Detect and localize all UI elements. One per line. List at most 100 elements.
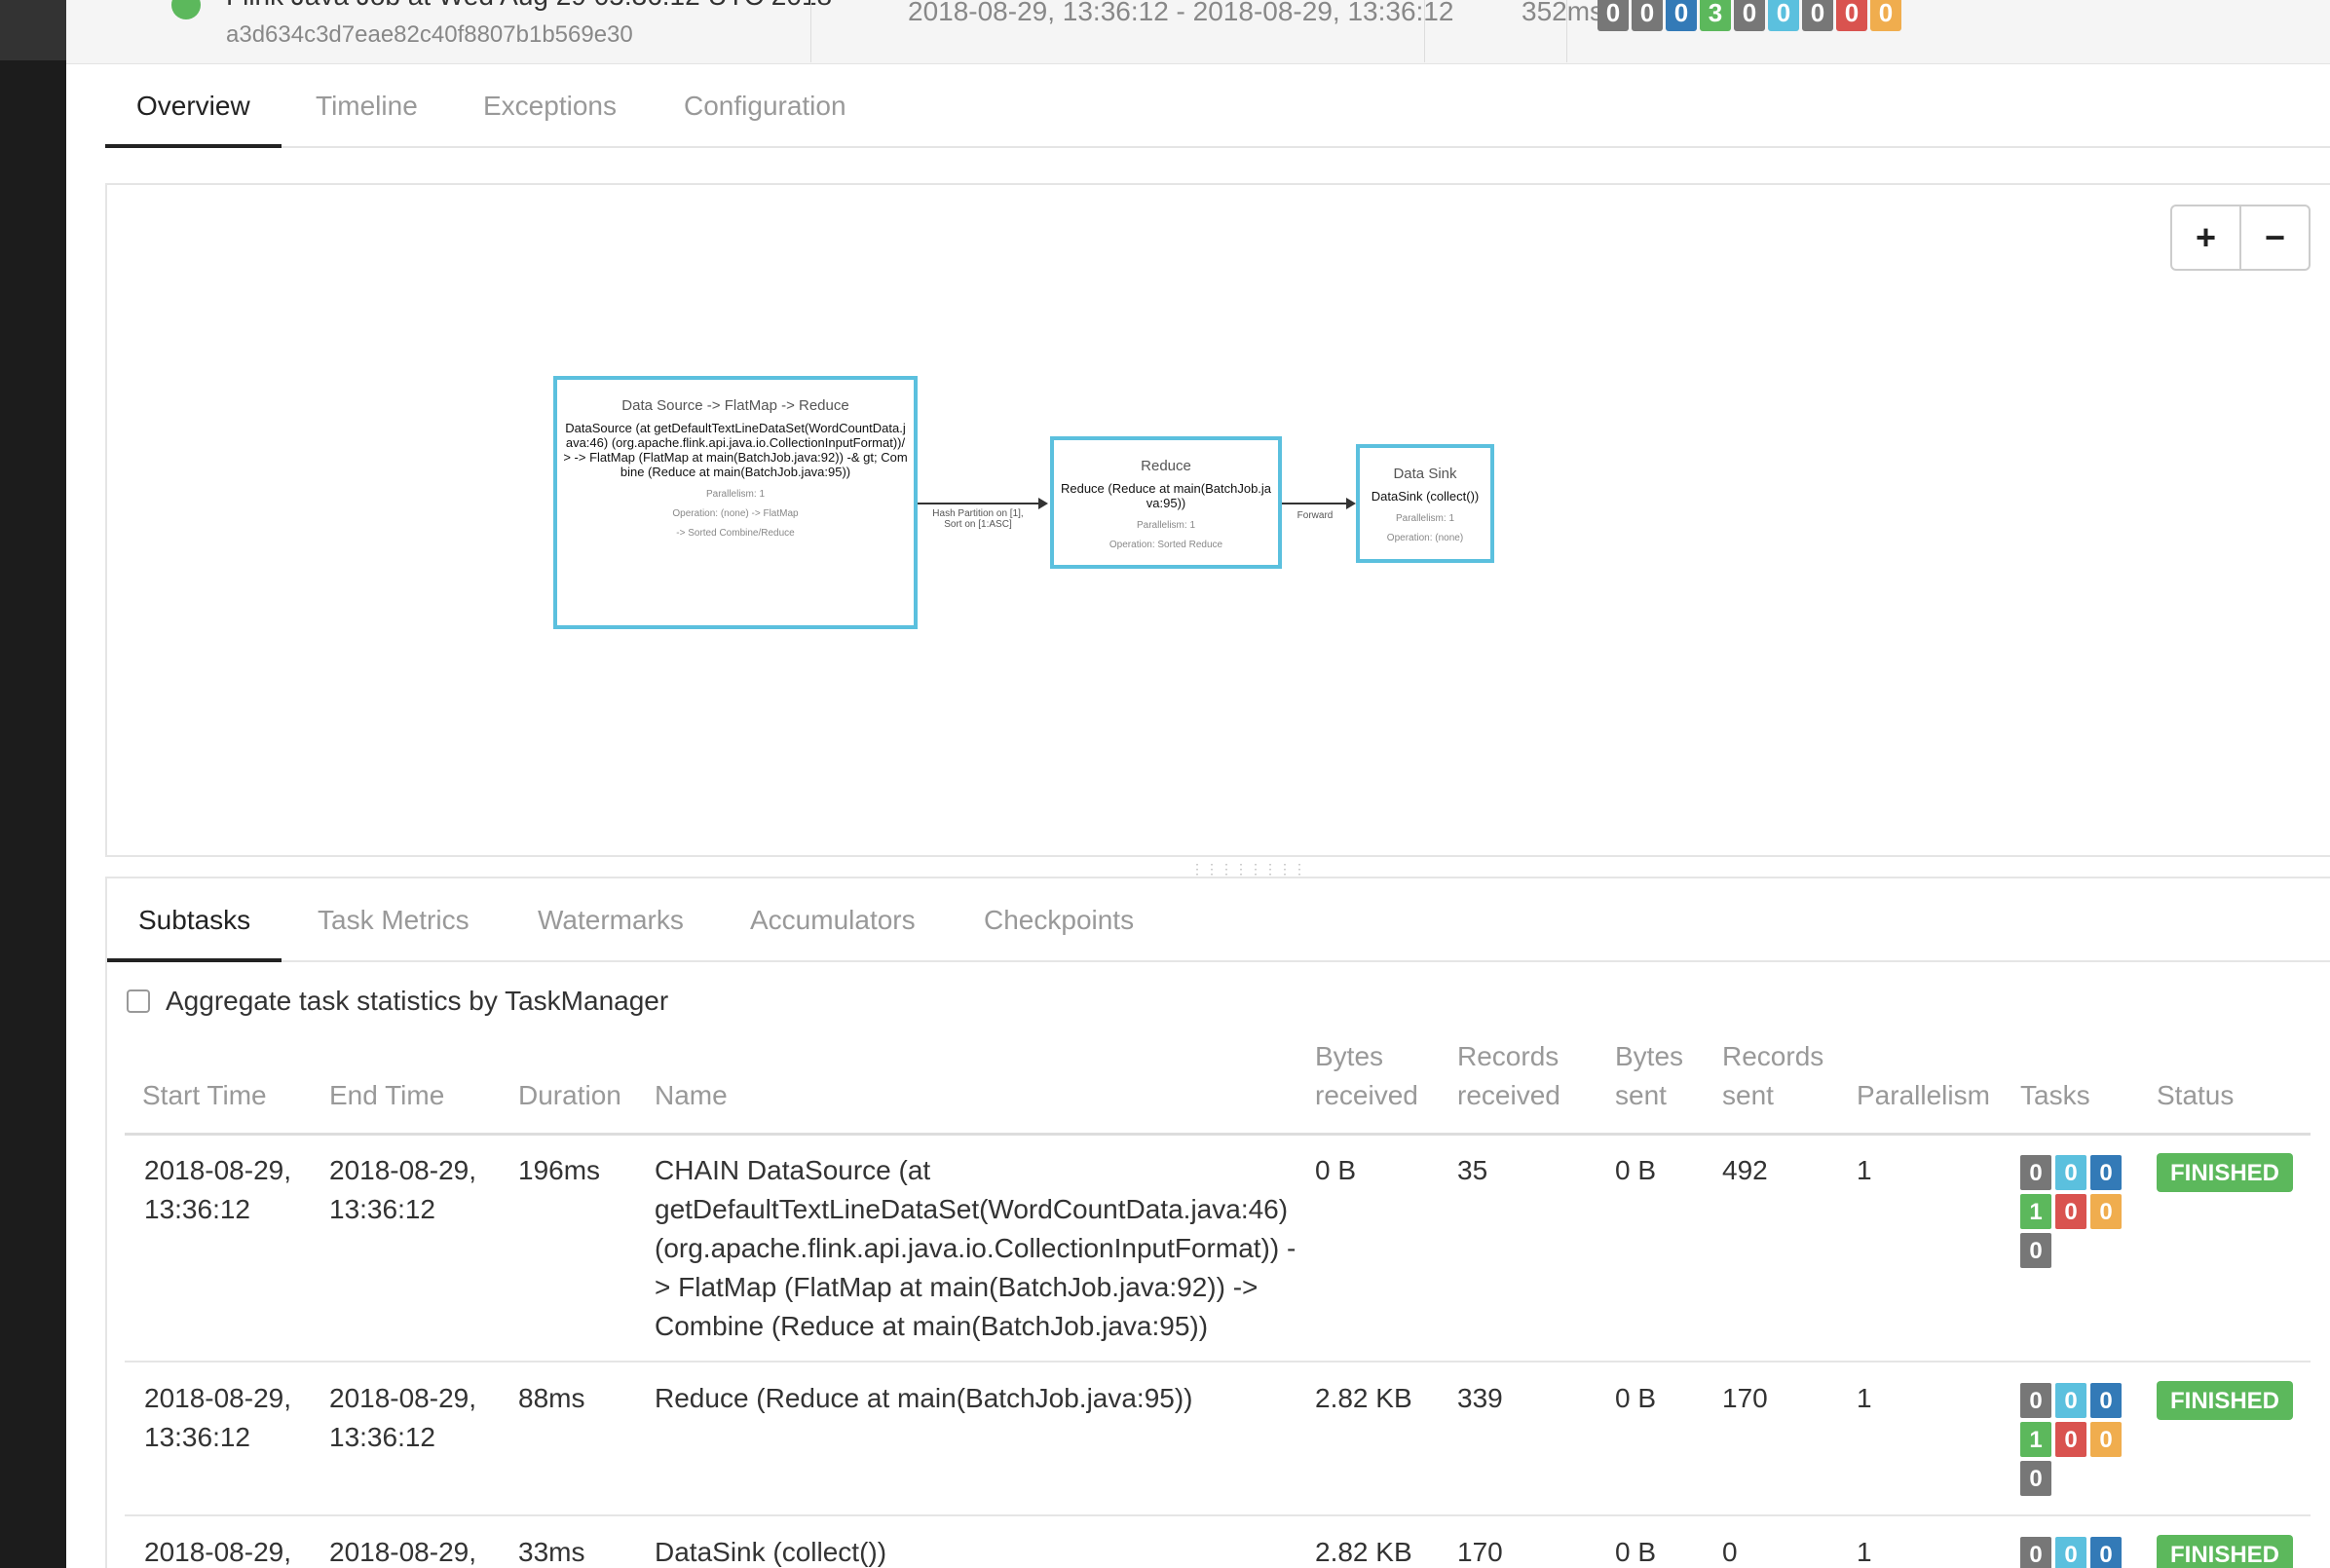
tab-watermarks[interactable]: Watermarks [538,878,684,962]
tab-accumulators[interactable]: Accumulators [750,878,916,962]
job-task-counts: 0 0 0 3 0 0 0 0 0 [1597,0,1901,31]
column-header-line: Bytes [1315,1041,1384,1071]
panel-resize-handle[interactable]: ⋮⋮⋮⋮⋮⋮⋮⋮ [1190,861,1307,877]
column-header-bytes-sent[interactable]: Bytes sent [1615,1037,1683,1115]
task-count-badge: 0 [1632,0,1663,31]
cell-records-sent: 170 [1722,1383,1768,1413]
column-header-status[interactable]: Status [2157,1076,2234,1115]
column-header-line: Records [1722,1041,1824,1071]
zoom-out-button[interactable]: − [2239,206,2309,269]
row-divider [125,1514,2311,1516]
state-count-badge: 0 [2090,1155,2122,1190]
state-count-badge: 0 [2090,1194,2122,1229]
cell-line: 2018-08-29, [144,1155,292,1185]
node-title: Reduce [1141,458,1191,474]
column-header-duration[interactable]: Duration [518,1076,621,1115]
cell-bytes-received: 0 B [1315,1155,1357,1185]
cell-bytes-sent: 0 B [1615,1383,1657,1413]
state-count-badge: 0 [2055,1383,2086,1418]
cell-line: 13:36:12 [329,1422,435,1452]
graph-node-reduce[interactable]: Reduce Reduce (Reduce at main(BatchJob.j… [1050,436,1282,569]
column-header-end-time[interactable]: End Time [329,1076,444,1115]
task-count-badge: 0 [1597,0,1629,31]
column-header-line: sent [1615,1080,1667,1110]
column-header-records-sent[interactable]: Records sent [1722,1037,1823,1115]
column-header-line: received [1457,1080,1560,1110]
state-count-badge: 1 [2020,1194,2051,1229]
tab-task-metrics[interactable]: Task Metrics [318,878,470,962]
cell-records-received: 170 [1457,1537,1503,1567]
job-graph-panel[interactable]: Data Source -> FlatMap -> Reduce DataSou… [105,183,2330,857]
tab-timeline[interactable]: Timeline [316,64,418,148]
cell-records-received: 35 [1457,1155,1488,1185]
cell-bytes-sent: 0 B [1615,1537,1657,1567]
node-parallelism: Parallelism: 1 [1395,513,1455,524]
cell-start-time: 2018-08-29, 13:36:12 [144,1151,291,1229]
state-count-badge: 0 [2055,1155,2086,1190]
zoom-in-button[interactable]: + [2172,206,2239,269]
cell-duration: 196ms [518,1155,601,1185]
cell-records-received: 339 [1457,1383,1503,1413]
tab-configuration[interactable]: Configuration [684,64,846,148]
tab-checkpoints[interactable]: Checkpoints [984,878,1134,962]
column-header-records-received[interactable]: Records received [1457,1037,1560,1115]
cell-name: Reduce (Reduce at main(BatchJob.java:95)… [655,1383,1193,1413]
aggregate-checkbox[interactable] [127,989,150,1013]
column-header-line: Bytes [1615,1041,1684,1071]
cell-parallelism: 1 [1857,1155,1872,1185]
cell-line: 2018-08-29, [329,1155,477,1185]
column-header-parallelism[interactable]: Parallelism [1857,1076,1990,1115]
edge-label: Forward [1290,510,1340,521]
tab-exceptions[interactable]: Exceptions [483,64,617,148]
task-count-badge: 0 [1836,0,1867,31]
graph-node-source[interactable]: Data Source -> FlatMap -> Reduce DataSou… [553,376,918,629]
node-description: DataSink (collect()) [1371,489,1480,504]
job-duration: 352ms [1522,0,1604,26]
job-status-dot [171,0,201,19]
cell-start-time: 2018-08-29, [144,1537,292,1567]
node-description: Reduce (Reduce at main(BatchJob.java:95)… [1060,481,1272,510]
task-count-badge: 3 [1700,0,1731,31]
node-title: Data Source -> FlatMap -> Reduce [621,397,849,414]
column-header-bytes-received[interactable]: Bytes received [1315,1037,1418,1115]
row-divider [125,1361,2311,1363]
cell-line: 13:36:12 [144,1422,250,1452]
cell-end-time: 2018-08-29, 13:36:12 [329,1151,476,1229]
node-description: DataSource (at getDefaultTextLineDataSet… [563,421,908,479]
column-header-line: sent [1722,1080,1774,1110]
state-count-badge: 0 [2055,1194,2086,1229]
state-count-badge: 0 [2020,1537,2051,1568]
column-header-tasks[interactable]: Tasks [2020,1076,2090,1115]
node-title: Data Sink [1393,466,1457,482]
cell-end-time: 2018-08-29, [329,1537,477,1567]
zoom-controls: + − [2170,205,2311,271]
tab-subtasks[interactable]: Subtasks [107,878,282,962]
cell-name: CHAIN DataSource (at getDefaultTextLineD… [655,1155,1297,1341]
status-badge: FINISHED [2157,1535,2294,1568]
edge-label: Hash Partition on [1], Sort on [1:ASC] [931,508,1025,530]
left-sidebar [0,0,66,1568]
job-time-range: 2018-08-29, 13:36:12 - 2018-08-29, 13:36… [908,0,1454,26]
state-count-badge: 1 [2020,1422,2051,1457]
cell-line: 2018-08-29, [329,1383,477,1413]
tab-overview[interactable]: Overview [105,64,282,148]
state-count-badge: 0 [2020,1383,2051,1418]
task-count-badge: 0 [1870,0,1901,31]
status-badge: FINISHED [2157,1153,2294,1192]
task-count-badge: 0 [1734,0,1765,31]
table-header-rule [125,1133,2311,1136]
cell-bytes-received: 2.82 KB [1315,1537,1412,1567]
state-count-badge: 0 [2090,1383,2122,1418]
cell-duration: 33ms [518,1537,585,1567]
column-header-name[interactable]: Name [655,1076,728,1115]
node-operation: Operation: (none) [1386,533,1464,543]
cell-line: 2018-08-29, [144,1383,292,1413]
cell-duration: 88ms [518,1383,585,1413]
cell-bytes-sent: 0 B [1615,1155,1657,1185]
cell-parallelism: 1 [1857,1383,1872,1413]
column-header-start-time[interactable]: Start Time [142,1076,267,1115]
graph-node-sink[interactable]: Data Sink DataSink (collect()) Paralleli… [1356,444,1494,563]
subtask-state-counts: 0 0 0 [2020,1537,2122,1568]
cell-end-time: 2018-08-29, 13:36:12 [329,1379,476,1457]
edge-arrowhead [1346,498,1356,509]
